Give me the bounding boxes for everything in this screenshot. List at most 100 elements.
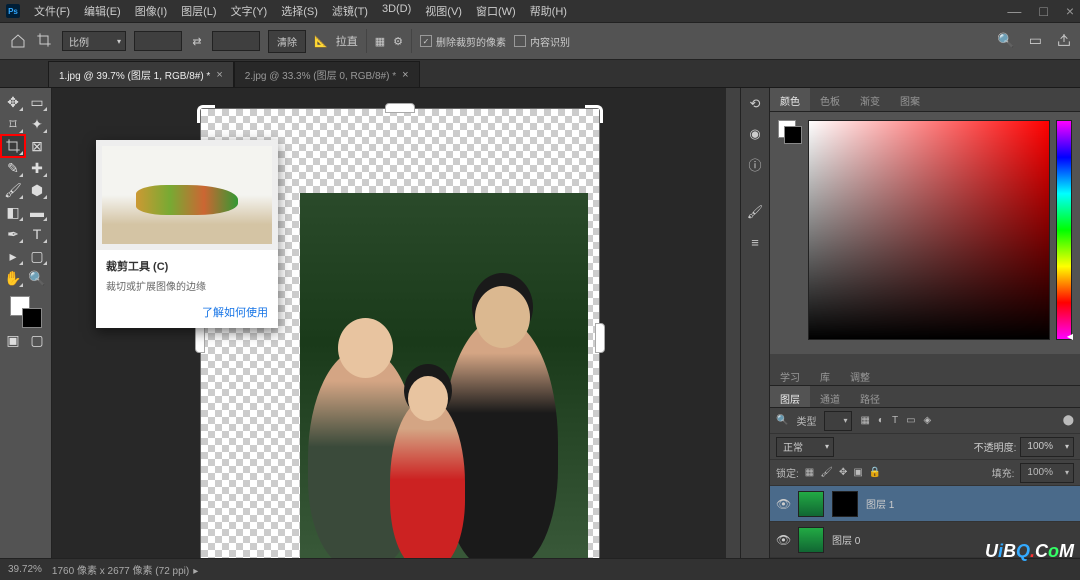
lock-paint-icon[interactable]: 🖌: [820, 467, 833, 478]
shape-tool[interactable]: ▢: [26, 246, 48, 266]
marquee-tool[interactable]: ▭: [26, 92, 48, 112]
canvas-scrollbar[interactable]: [726, 88, 740, 558]
brushes-icon[interactable]: ≡: [745, 232, 765, 252]
tab-layers[interactable]: 图层: [770, 386, 810, 407]
lock-all-icon[interactable]: 🔒: [869, 467, 881, 478]
visibility-icon[interactable]: 👁: [776, 533, 790, 547]
history-icon[interactable]: ⟲: [745, 94, 765, 114]
search-icon[interactable]: 🔍: [997, 32, 1014, 51]
workspace-icon[interactable]: ▭: [1029, 32, 1042, 51]
layer-filter-dropdown[interactable]: [824, 411, 852, 431]
content-aware-checkbox[interactable]: 内容识别: [514, 34, 570, 49]
healing-tool[interactable]: ✚: [26, 158, 48, 178]
layer-mask-thumbnail[interactable]: [832, 491, 858, 517]
close-button[interactable]: ×: [1066, 3, 1074, 19]
eraser-tool[interactable]: ◧: [2, 202, 24, 222]
menu-filter[interactable]: 滤镜(T): [326, 0, 374, 22]
path-select-tool[interactable]: ▸: [2, 246, 24, 266]
grid-overlay-icon[interactable]: ▦: [375, 35, 385, 48]
ratio-dropdown[interactable]: 比例: [62, 31, 126, 51]
filter-shape-icon[interactable]: ▭: [906, 415, 915, 426]
menu-type[interactable]: 文字(Y): [225, 0, 274, 22]
crop-handle-tl[interactable]: [197, 105, 215, 123]
filter-adjust-icon[interactable]: ◐: [878, 415, 884, 426]
crop-handle-tr[interactable]: [585, 105, 603, 123]
fill-input[interactable]: 100%: [1020, 463, 1074, 483]
document-dims[interactable]: 1760 像素 x 2677 像素 (72 ppi): [52, 562, 198, 577]
menu-layer[interactable]: 图层(L): [175, 0, 222, 22]
color-field[interactable]: [808, 120, 1050, 340]
zoom-tool[interactable]: 🔍: [26, 268, 48, 288]
frame-tool[interactable]: ⊠: [26, 136, 48, 156]
delete-cropped-checkbox[interactable]: ✓删除裁剪的像素: [420, 34, 506, 49]
tab-gradients[interactable]: 渐变: [850, 88, 890, 111]
close-tab-icon[interactable]: ×: [402, 69, 408, 81]
width-input[interactable]: [134, 31, 182, 51]
lock-position-icon[interactable]: ✥: [839, 467, 847, 478]
panel-color-swatch[interactable]: [778, 120, 802, 144]
menu-edit[interactable]: 编辑(E): [78, 0, 127, 22]
brush-tool[interactable]: 🖌: [2, 180, 24, 200]
tab-patterns[interactable]: 图案: [890, 88, 930, 111]
close-tab-icon[interactable]: ×: [216, 69, 222, 81]
menu-3d[interactable]: 3D(D): [376, 0, 417, 22]
lasso-tool[interactable]: ⌑: [2, 114, 24, 134]
clone-stamp-tool[interactable]: ⬢: [26, 180, 48, 200]
layer-name[interactable]: 图层 1: [866, 496, 894, 511]
filter-pixel-icon[interactable]: ▦: [860, 415, 869, 426]
menu-view[interactable]: 视图(V): [419, 0, 468, 22]
clear-button[interactable]: 清除: [268, 30, 306, 53]
opacity-input[interactable]: 100%: [1020, 437, 1074, 457]
crop-handle-top[interactable]: [385, 103, 415, 113]
brush-settings-icon[interactable]: 🖌: [745, 202, 765, 222]
lock-pixels-icon[interactable]: ▦: [805, 467, 814, 478]
quick-mask-icon[interactable]: ▣: [2, 330, 24, 350]
maximize-button[interactable]: □: [1039, 3, 1047, 19]
layer-name[interactable]: 图层 0: [832, 532, 860, 547]
menu-select[interactable]: 选择(S): [275, 0, 324, 22]
tooltip-learn-link[interactable]: 了解如何使用: [96, 301, 278, 328]
layer-thumbnail[interactable]: [798, 527, 824, 553]
menu-image[interactable]: 图像(I): [129, 0, 173, 22]
tab-channels[interactable]: 通道: [810, 386, 850, 407]
straighten-icon[interactable]: 📐: [314, 35, 328, 48]
pen-tool[interactable]: ✒: [2, 224, 24, 244]
zoom-level[interactable]: 39.72%: [8, 564, 42, 575]
tab-paths[interactable]: 路径: [850, 386, 890, 407]
minimize-button[interactable]: —: [1007, 3, 1021, 19]
canvas[interactable]: 裁剪工具 (C) 裁切或扩展图像的边缘 了解如何使用: [52, 88, 726, 558]
menu-window[interactable]: 窗口(W): [470, 0, 522, 22]
gradient-tool[interactable]: ▬: [26, 202, 48, 222]
tab-color[interactable]: 颜色: [770, 88, 810, 111]
tab-libraries[interactable]: 库: [810, 364, 840, 385]
filter-toggle-icon[interactable]: ⬤: [1063, 415, 1074, 426]
lock-artboard-icon[interactable]: ▣: [853, 467, 862, 478]
tab-adjustments[interactable]: 调整: [840, 364, 880, 385]
eyedropper-tool[interactable]: ✎: [2, 158, 24, 178]
type-tool[interactable]: T: [26, 224, 48, 244]
crop-handle-right[interactable]: [595, 323, 605, 353]
menu-help[interactable]: 帮助(H): [524, 0, 573, 22]
tab-swatches[interactable]: 色板: [810, 88, 850, 111]
tab-learn[interactable]: 学习: [770, 364, 810, 385]
document-tab-2[interactable]: 2.jpg @ 33.3% (图层 0, RGB/8#) *×: [234, 61, 420, 87]
info-icon[interactable]: ⓘ: [745, 154, 765, 174]
document-tab-1[interactable]: 1.jpg @ 39.7% (图层 1, RGB/8#) *×: [48, 61, 234, 87]
gear-icon[interactable]: ⚙: [393, 35, 403, 48]
menu-file[interactable]: 文件(F): [28, 0, 76, 22]
filter-type-icon[interactable]: T: [892, 415, 898, 426]
layer-item[interactable]: 👁 图层 1: [770, 486, 1080, 522]
filter-smart-icon[interactable]: ◈: [924, 415, 932, 426]
quick-select-tool[interactable]: ✦: [26, 114, 48, 134]
visibility-icon[interactable]: 👁: [776, 497, 790, 511]
height-input[interactable]: [212, 31, 260, 51]
properties-icon[interactable]: ◉: [745, 124, 765, 144]
layer-thumbnail[interactable]: [798, 491, 824, 517]
move-tool[interactable]: ✥: [2, 92, 24, 112]
color-swatch[interactable]: [10, 296, 42, 328]
crop-tool[interactable]: [2, 136, 24, 156]
hand-tool[interactable]: ✋: [2, 268, 24, 288]
blend-mode-dropdown[interactable]: 正常: [776, 437, 834, 457]
hue-slider[interactable]: [1056, 120, 1072, 340]
screen-mode-icon[interactable]: ▢: [26, 330, 48, 350]
